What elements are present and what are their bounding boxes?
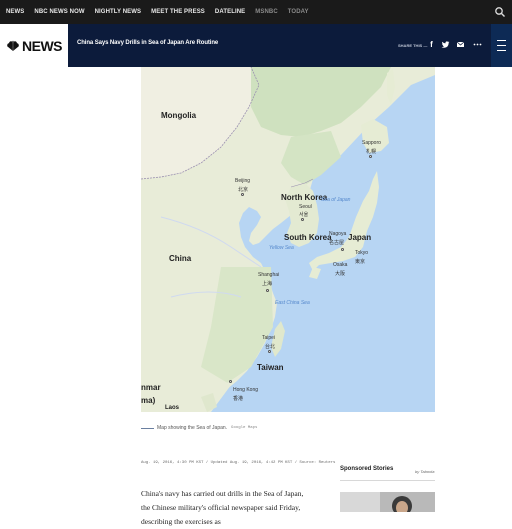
map-label-sea-of-japan: Sea of Japan xyxy=(321,197,351,203)
map-label-laos: Laos xyxy=(165,405,180,411)
peacock-icon xyxy=(7,40,19,51)
caption-rule xyxy=(141,427,154,429)
map-label-china: China xyxy=(169,254,192,263)
nav-link-dateline[interactable]: DATELINE xyxy=(215,9,245,15)
nav-link-today[interactable]: TODAY xyxy=(288,9,309,15)
map-label-sapporo-jp: 札幌 xyxy=(366,149,377,155)
map-label-south-korea: South Korea xyxy=(284,233,332,242)
map-caption: Map showing the Sea of Japan. Google Map… xyxy=(141,425,257,431)
article-timestamp: Aug. 19, 2016, 4:30 PM KST / Updated Aug… xyxy=(141,461,336,465)
nbc-news-logo[interactable]: NEWS xyxy=(0,24,68,67)
map-label-taiwan: Taiwan xyxy=(257,363,284,372)
map-label-yellow-sea: Yellow Sea xyxy=(269,245,294,251)
map-label-taipei-cn: 台北 xyxy=(265,344,276,350)
map-label-shanghai: Shanghai xyxy=(258,272,280,278)
map-marker-nagoya xyxy=(341,248,344,251)
map-label-seoul-kr: 서울 xyxy=(299,212,309,218)
nav-link-news[interactable]: NEWS xyxy=(6,9,24,15)
top-nav-links: NEWS NBC NEWS NOW NIGHTLY NEWS MEET THE … xyxy=(6,0,319,24)
share-label: SHARE THIS — xyxy=(398,43,428,48)
map-label-nagoya-jp: 名古屋 xyxy=(329,240,345,246)
sponsored-stories-heading: Sponsored Stories xyxy=(340,466,394,472)
map-label-myanmar-partial: nmar xyxy=(141,383,161,392)
map-label-east-china-sea: East China Sea xyxy=(275,300,310,306)
facebook-icon[interactable]: f xyxy=(427,40,436,49)
menu-line xyxy=(497,45,506,46)
map-label-shanghai-cn: 上海 xyxy=(262,281,273,287)
caption-text: Map showing the Sea of Japan. xyxy=(157,425,228,431)
map-marker-taipei xyxy=(268,350,271,353)
sponsored-image-art xyxy=(340,492,435,512)
search-icon[interactable] xyxy=(494,6,506,18)
nav-link-msnbc[interactable]: MSNBC xyxy=(255,9,278,15)
sponsored-divider xyxy=(340,480,435,481)
nav-link-meet-the-press[interactable]: MEET THE PRESS xyxy=(151,9,205,15)
map-label-tokyo-jp: 東京 xyxy=(355,259,366,265)
sea-of-japan-map[interactable]: Mongolia China North Korea South Korea J… xyxy=(141,67,435,412)
map-label-mongolia: Mongolia xyxy=(161,111,197,120)
map-label-hong-kong: Hong Kong xyxy=(233,387,259,393)
map-marker-seoul xyxy=(301,218,304,221)
map-label-taipei: Taipei xyxy=(262,335,276,341)
article-lede: China's navy has carried out drills in t… xyxy=(141,489,304,526)
nav-link-nightly-news[interactable]: NIGHTLY NEWS xyxy=(95,9,142,15)
sponsored-story-image[interactable] xyxy=(340,492,435,512)
map-label-sapporo: Sapporo xyxy=(362,140,381,146)
map-marker-beijing xyxy=(241,193,244,196)
nav-link-nbc-news-now[interactable]: NBC NEWS NOW xyxy=(34,9,84,15)
more-options-icon[interactable] xyxy=(473,40,482,49)
taboola-credit[interactable]: by Taboola xyxy=(415,469,434,474)
map-label-myanmar-partial-2: ma) xyxy=(141,396,156,405)
map-label-tokyo: Tokyo xyxy=(355,250,369,256)
map-label-seoul: Seoul xyxy=(299,204,312,210)
menu-line xyxy=(497,50,506,51)
map-label-nagoya: Nagoya xyxy=(329,231,347,237)
top-nav: NEWS NBC NEWS NOW NIGHTLY NEWS MEET THE … xyxy=(0,0,512,24)
map-label-beijing: Beijing xyxy=(235,178,251,184)
logo-wordmark: NEWS xyxy=(22,37,63,54)
header-title: China Says Navy Drills in Sea of Japan A… xyxy=(77,40,219,46)
map-label-osaka: Osaka xyxy=(333,262,348,268)
caption-credit: Google Maps xyxy=(231,426,258,430)
map-marker-sapporo xyxy=(369,155,372,158)
email-icon[interactable] xyxy=(456,40,465,49)
map-label-japan: Japan xyxy=(348,233,372,242)
hamburger-menu-button[interactable] xyxy=(491,24,512,67)
map-label-hong-kong-cn: 香港 xyxy=(233,396,244,402)
map-marker-shanghai xyxy=(266,289,269,292)
map-label-osaka-jp: 大阪 xyxy=(335,271,346,277)
map-label-beijing-cn: 北京 xyxy=(238,187,249,193)
menu-line xyxy=(497,40,506,41)
twitter-icon[interactable] xyxy=(441,40,450,49)
map-marker-hong-kong xyxy=(229,380,232,383)
article-header: NEWS China Says Navy Drills in Sea of Ja… xyxy=(0,24,512,67)
